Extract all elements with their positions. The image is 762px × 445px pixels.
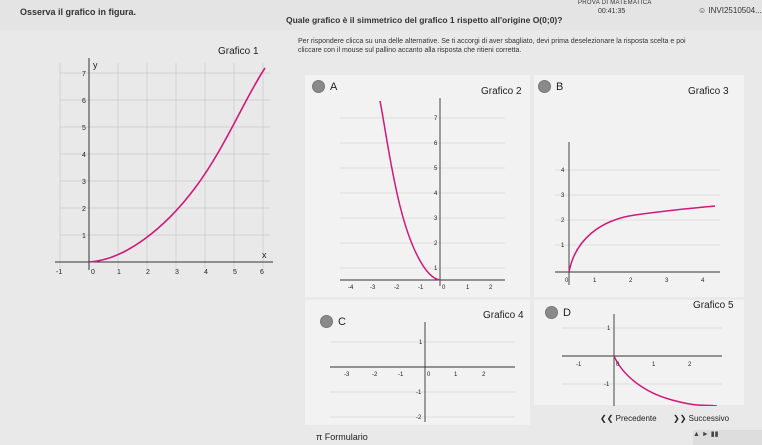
a-ytick: 7 (434, 116, 438, 122)
user-id: ☺ INVI2510504... (698, 6, 762, 15)
b-ytick: 4 (561, 168, 565, 174)
option-a[interactable]: A (312, 80, 337, 93)
a-xtick: -4 (348, 285, 354, 291)
c-xtick: 2 (482, 372, 486, 378)
b-xtick: 4 (701, 278, 705, 284)
g1-ytick: 1 (82, 233, 86, 240)
user-icon: ☺ (698, 6, 707, 15)
exam-title: PROVA DI MATEMATICA (578, 0, 652, 6)
option-c-plot: -3 -2 -1 0 1 2 1 -1 -2 (330, 322, 515, 422)
g1-xtick: 0 (91, 269, 95, 276)
a-xtick: -1 (418, 285, 424, 291)
chevron-left-icon: ❮❮ (600, 414, 614, 423)
option-a-radio[interactable] (312, 80, 325, 93)
g1-ytick: 6 (82, 98, 86, 105)
chevron-right-icon: ❯❯ (673, 414, 687, 423)
formulario-label: Formulario (324, 432, 368, 442)
user-id-text: INVI2510504... (708, 6, 762, 15)
a-xtick: 0 (442, 285, 446, 291)
a-xtick: -3 (370, 285, 376, 291)
option-b-radio[interactable] (538, 80, 551, 93)
a-xtick: 1 (466, 285, 470, 291)
b-xtick: 0 (565, 278, 569, 284)
option-b-plot: 0 1 2 3 4 1 2 3 4 (555, 142, 720, 285)
c-ytick: -1 (416, 390, 422, 396)
c-ytick: -2 (416, 415, 422, 421)
d-xtick: 2 (688, 362, 692, 368)
g1-ylabel: y (93, 60, 98, 70)
next-button[interactable]: ❯❯ Successivo (673, 414, 729, 423)
left-prompt: Osserva il grafico in figura. (20, 7, 137, 17)
c-xtick: -3 (344, 372, 350, 378)
d-xtick: 1 (652, 362, 656, 368)
g1-xtick: -1 (56, 269, 62, 276)
g1-ytick: 7 (82, 71, 86, 78)
g1-xtick: 5 (233, 269, 237, 276)
a-xtick: -2 (394, 285, 400, 291)
c-ytick: 1 (419, 340, 423, 346)
g1-xtick: 4 (204, 269, 208, 276)
a-xtick: 2 (489, 285, 493, 291)
g1-xtick: 2 (146, 269, 150, 276)
g1-ytick: 4 (82, 152, 86, 159)
option-d-radio[interactable] (545, 306, 558, 319)
instruction-line-2: cliccare con il mouse sul pallino accant… (298, 47, 522, 54)
option-d-plot: -1 0 1 2 1 -1 (562, 314, 722, 406)
g1-xtick: 6 (260, 269, 264, 276)
system-tray: ▲ ► ▮▮ (693, 430, 762, 445)
g1-ytick: 2 (82, 206, 86, 213)
graph1-title: Grafico 1 (218, 46, 259, 57)
formulario-button[interactable]: π Formulario (316, 432, 368, 442)
a-ytick: 1 (434, 266, 438, 272)
option-a-letter: A (330, 80, 338, 93)
instruction-line-1: Per rispondere clicca su una delle alter… (298, 38, 686, 45)
b-xtick: 1 (593, 278, 597, 284)
option-c-title: Grafico 4 (483, 310, 524, 321)
b-xtick: 3 (665, 278, 669, 284)
a-ytick: 6 (434, 141, 438, 147)
b-ytick: 1 (561, 243, 565, 249)
b-xtick: 2 (629, 278, 633, 284)
a-ytick: 5 (434, 166, 438, 172)
b-ytick: 2 (561, 218, 565, 224)
option-b-letter: B (556, 80, 564, 93)
c-xtick: 1 (454, 372, 458, 378)
option-d-title: Grafico 5 (693, 300, 734, 311)
option-a-plot: -4 -3 -2 -1 0 1 2 1 2 3 4 5 6 7 (340, 98, 505, 291)
a-ytick: 2 (434, 241, 438, 247)
instructions: Per rispondere clicca su una delle alter… (298, 37, 686, 55)
timer: 00:41:35 (598, 8, 626, 15)
option-b[interactable]: B (538, 80, 563, 93)
g1-xlabel: x (262, 250, 267, 260)
pi-icon: π (316, 432, 323, 442)
c-xtick: -1 (398, 372, 404, 378)
question-text: Quale grafico è il simmetrico del grafic… (286, 15, 563, 25)
a-ytick: 3 (434, 216, 438, 222)
g1-ytick: 3 (82, 179, 86, 186)
g1-ytick: 5 (82, 125, 86, 132)
d-ytick: 1 (607, 326, 611, 332)
b-ytick: 3 (561, 193, 565, 199)
d-ytick: -1 (604, 382, 610, 388)
tray-icons: ▲ ► ▮▮ (693, 431, 719, 438)
prev-button[interactable]: ❮❮ Precedente (600, 414, 657, 423)
c-xtick: 0 (427, 372, 431, 378)
c-xtick: -2 (372, 372, 378, 378)
graph1-plot: -1 0 1 2 3 4 5 6 1 2 3 4 5 6 7 y x (55, 58, 273, 276)
a-ytick: 4 (434, 191, 438, 197)
next-label: Successivo (688, 414, 730, 423)
option-b-title: Grafico 3 (688, 86, 729, 97)
prev-label: Precedente (615, 414, 657, 423)
g1-xtick: 3 (175, 269, 179, 276)
d-xtick: -1 (576, 362, 582, 368)
g1-xtick: 1 (117, 269, 121, 276)
